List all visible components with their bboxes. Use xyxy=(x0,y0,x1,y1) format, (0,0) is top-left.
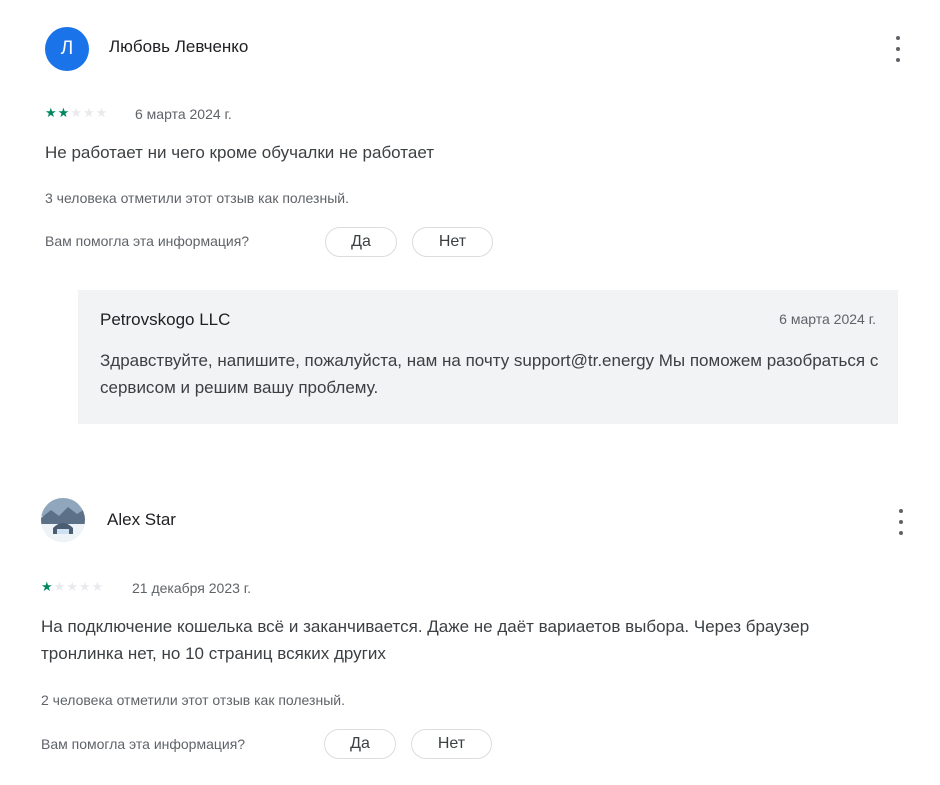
avatar: Л xyxy=(45,27,89,71)
helpful-count: 3 человека отметили этот отзыв как полез… xyxy=(45,190,349,206)
review-text: Не работает ни чего кроме обучалки не ра… xyxy=(45,143,434,162)
review-date: 21 декабря 2023 г. xyxy=(132,580,252,596)
helpful-no-button[interactable]: Нет xyxy=(412,227,493,257)
star-icon: ★ xyxy=(70,105,82,120)
star-icon: ★ xyxy=(57,105,70,120)
star-icon: ★ xyxy=(45,105,57,120)
developer-reply: Petrovskogo LLC 6 марта 2024 г. Здравств… xyxy=(78,290,898,424)
review-author: Alex Star xyxy=(107,510,176,529)
helpful-yes-button[interactable]: Да xyxy=(324,729,396,759)
star-icon: ★ xyxy=(91,579,104,594)
star-icon: ★ xyxy=(95,105,108,120)
star-icon: ★ xyxy=(53,579,66,594)
helpful-question: Вам помогла эта информация? xyxy=(45,233,250,249)
review-date: 6 марта 2024 г. xyxy=(135,106,232,122)
helpful-count: 2 человека отметили этот отзыв как полез… xyxy=(41,692,345,708)
reply-text: Здравствуйте, напишите, пожалуйста, нам … xyxy=(100,351,879,397)
star-rating: ★ ★ ★ ★ ★ xyxy=(45,106,107,120)
more-vert-icon[interactable] xyxy=(891,36,905,62)
reply-author: Petrovskogo LLC xyxy=(100,310,231,329)
avatar xyxy=(41,498,85,542)
review-author: Любовь Левченко xyxy=(109,37,249,56)
star-icon: ★ xyxy=(66,579,78,594)
star-rating: ★ ★ ★ ★ ★ xyxy=(41,580,103,594)
helpful-question: Вам помогла эта информация? xyxy=(41,736,246,752)
helpful-no-button[interactable]: Нет xyxy=(411,729,492,759)
star-icon: ★ xyxy=(41,579,53,594)
star-icon: ★ xyxy=(78,579,91,594)
reply-date: 6 марта 2024 г. xyxy=(779,311,876,327)
review-text: На подключение кошелька всё и заканчивае… xyxy=(41,617,810,663)
star-icon: ★ xyxy=(82,105,95,120)
more-vert-icon[interactable] xyxy=(894,509,908,535)
helpful-yes-button[interactable]: Да xyxy=(325,227,397,257)
